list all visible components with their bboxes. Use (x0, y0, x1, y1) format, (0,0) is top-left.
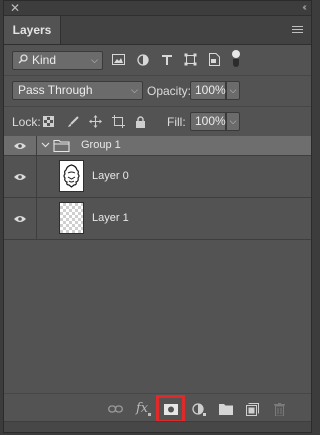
blend-row: Pass Through ⌵ Opacity: 100% ⌵ (4, 76, 311, 107)
fill-input[interactable]: 100% (190, 112, 226, 131)
fill-slider-button[interactable]: ⌵ (226, 112, 240, 131)
filter-row: Kind ⌵ (4, 45, 311, 76)
panel-titlebar: ✕ ‹‹ (4, 1, 311, 16)
blend-mode-dropdown[interactable]: Pass Through ⌵ (12, 81, 143, 100)
chevron-down-icon: ⌵ (91, 55, 98, 65)
lock-artboard-icon[interactable] (112, 115, 125, 128)
eye-icon (14, 142, 26, 149)
layers-bottom-bar: fx (4, 393, 311, 424)
lock-label: Lock: (12, 115, 41, 129)
layer-row-layer-1[interactable]: Layer 1 (4, 198, 311, 240)
close-panel-button[interactable]: ✕ (10, 1, 20, 15)
type-filter-icon[interactable] (160, 53, 173, 66)
layer-row-group-1[interactable]: Group 1 (4, 136, 311, 156)
search-icon (18, 52, 28, 69)
visibility-toggle[interactable] (4, 136, 37, 155)
filter-kind-label: Kind (32, 53, 57, 67)
new-layer-icon[interactable] (245, 402, 260, 416)
layer-name: Layer 0 (92, 170, 129, 182)
opacity-input[interactable]: 100% (190, 81, 226, 100)
lock-transparent-pixels-icon[interactable] (42, 115, 55, 128)
lock-image-pixels-icon[interactable] (66, 115, 79, 128)
chevron-down-icon[interactable] (41, 140, 50, 149)
layer-row-layer-0[interactable]: Layer 0 (4, 156, 311, 198)
opacity-slider-button[interactable]: ⌵ (226, 81, 240, 100)
eye-icon (14, 173, 26, 180)
blend-mode-value: Pass Through (18, 83, 93, 97)
filter-kind-dropdown[interactable]: Kind ⌵ (12, 51, 103, 70)
layer-thumbnail (59, 202, 84, 234)
new-adjustment-layer-icon[interactable] (191, 402, 206, 416)
tab-layers[interactable]: Layers (4, 16, 61, 44)
image-filter-icon[interactable] (112, 53, 125, 66)
fill-label: Fill: (167, 115, 186, 129)
fx-label: fx (136, 401, 149, 416)
fx-icon[interactable]: fx (136, 402, 151, 416)
opacity-label: Opacity: (147, 84, 192, 98)
chevron-down-icon: ⌵ (131, 85, 138, 95)
filter-toggle-switch[interactable] (232, 50, 241, 67)
panel-tabbar: Layers (4, 16, 311, 45)
smart-object-filter-icon[interactable] (208, 53, 221, 66)
delete-layer-icon[interactable] (272, 402, 287, 416)
layers-list: Group 1 Layer 0 Layer 1 (4, 136, 311, 393)
link-layers-icon[interactable] (108, 402, 123, 416)
layer-name: Layer 1 (92, 212, 129, 224)
lock-row: Lock: Fill: 100% ⌵ (4, 107, 311, 138)
add-mask-highlight (156, 395, 185, 423)
folder-icon (53, 139, 70, 153)
layers-panel: ✕ ‹‹ Layers Kind ⌵ Pass Through ⌵ Opacit… (3, 0, 312, 433)
shape-filter-icon[interactable] (184, 53, 197, 66)
lock-all-icon[interactable] (134, 115, 147, 128)
panel-menu-icon[interactable] (292, 26, 303, 35)
layer-name: Group 1 (81, 139, 121, 151)
visibility-toggle[interactable] (4, 198, 37, 239)
new-group-icon[interactable] (218, 402, 233, 416)
eye-icon (14, 215, 26, 222)
adjustment-filter-icon[interactable] (136, 53, 149, 66)
lock-position-icon[interactable] (89, 115, 102, 128)
panel-footer (4, 421, 311, 432)
collapse-panel-button[interactable]: ‹‹ (302, 1, 306, 15)
visibility-toggle[interactable] (4, 156, 37, 197)
layer-thumbnail (59, 160, 84, 192)
